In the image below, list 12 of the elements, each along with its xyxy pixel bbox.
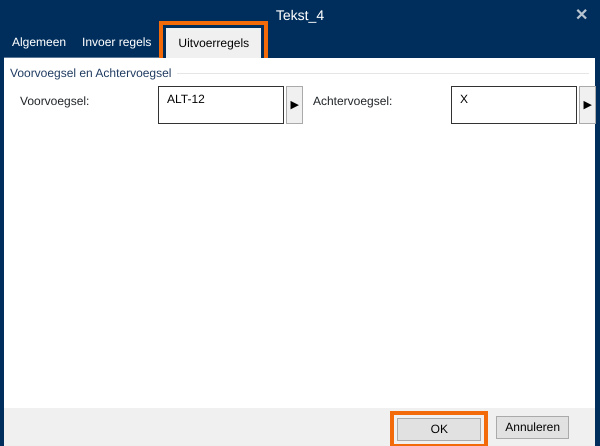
field-label: Voorvoegsel: xyxy=(19,93,90,110)
dialog-button[interactable]: OK xyxy=(397,418,482,440)
dialog-button[interactable]: Annuleren xyxy=(496,416,569,438)
window-title: Tekst_4 xyxy=(276,6,324,25)
insert-button[interactable]: ▶ xyxy=(579,86,596,124)
insert-button[interactable]: ▶ xyxy=(286,86,303,124)
field-label: Achtervoegsel: xyxy=(312,93,394,110)
text-field[interactable]: X xyxy=(451,86,577,124)
close-button[interactable]: ✕ xyxy=(571,4,592,28)
group-title: Voorvoegsel en Achtervoegsel xyxy=(10,65,172,82)
text-field[interactable]: ALT-12 xyxy=(158,86,284,124)
tab[interactable]: Uitvoerregels xyxy=(166,28,262,58)
